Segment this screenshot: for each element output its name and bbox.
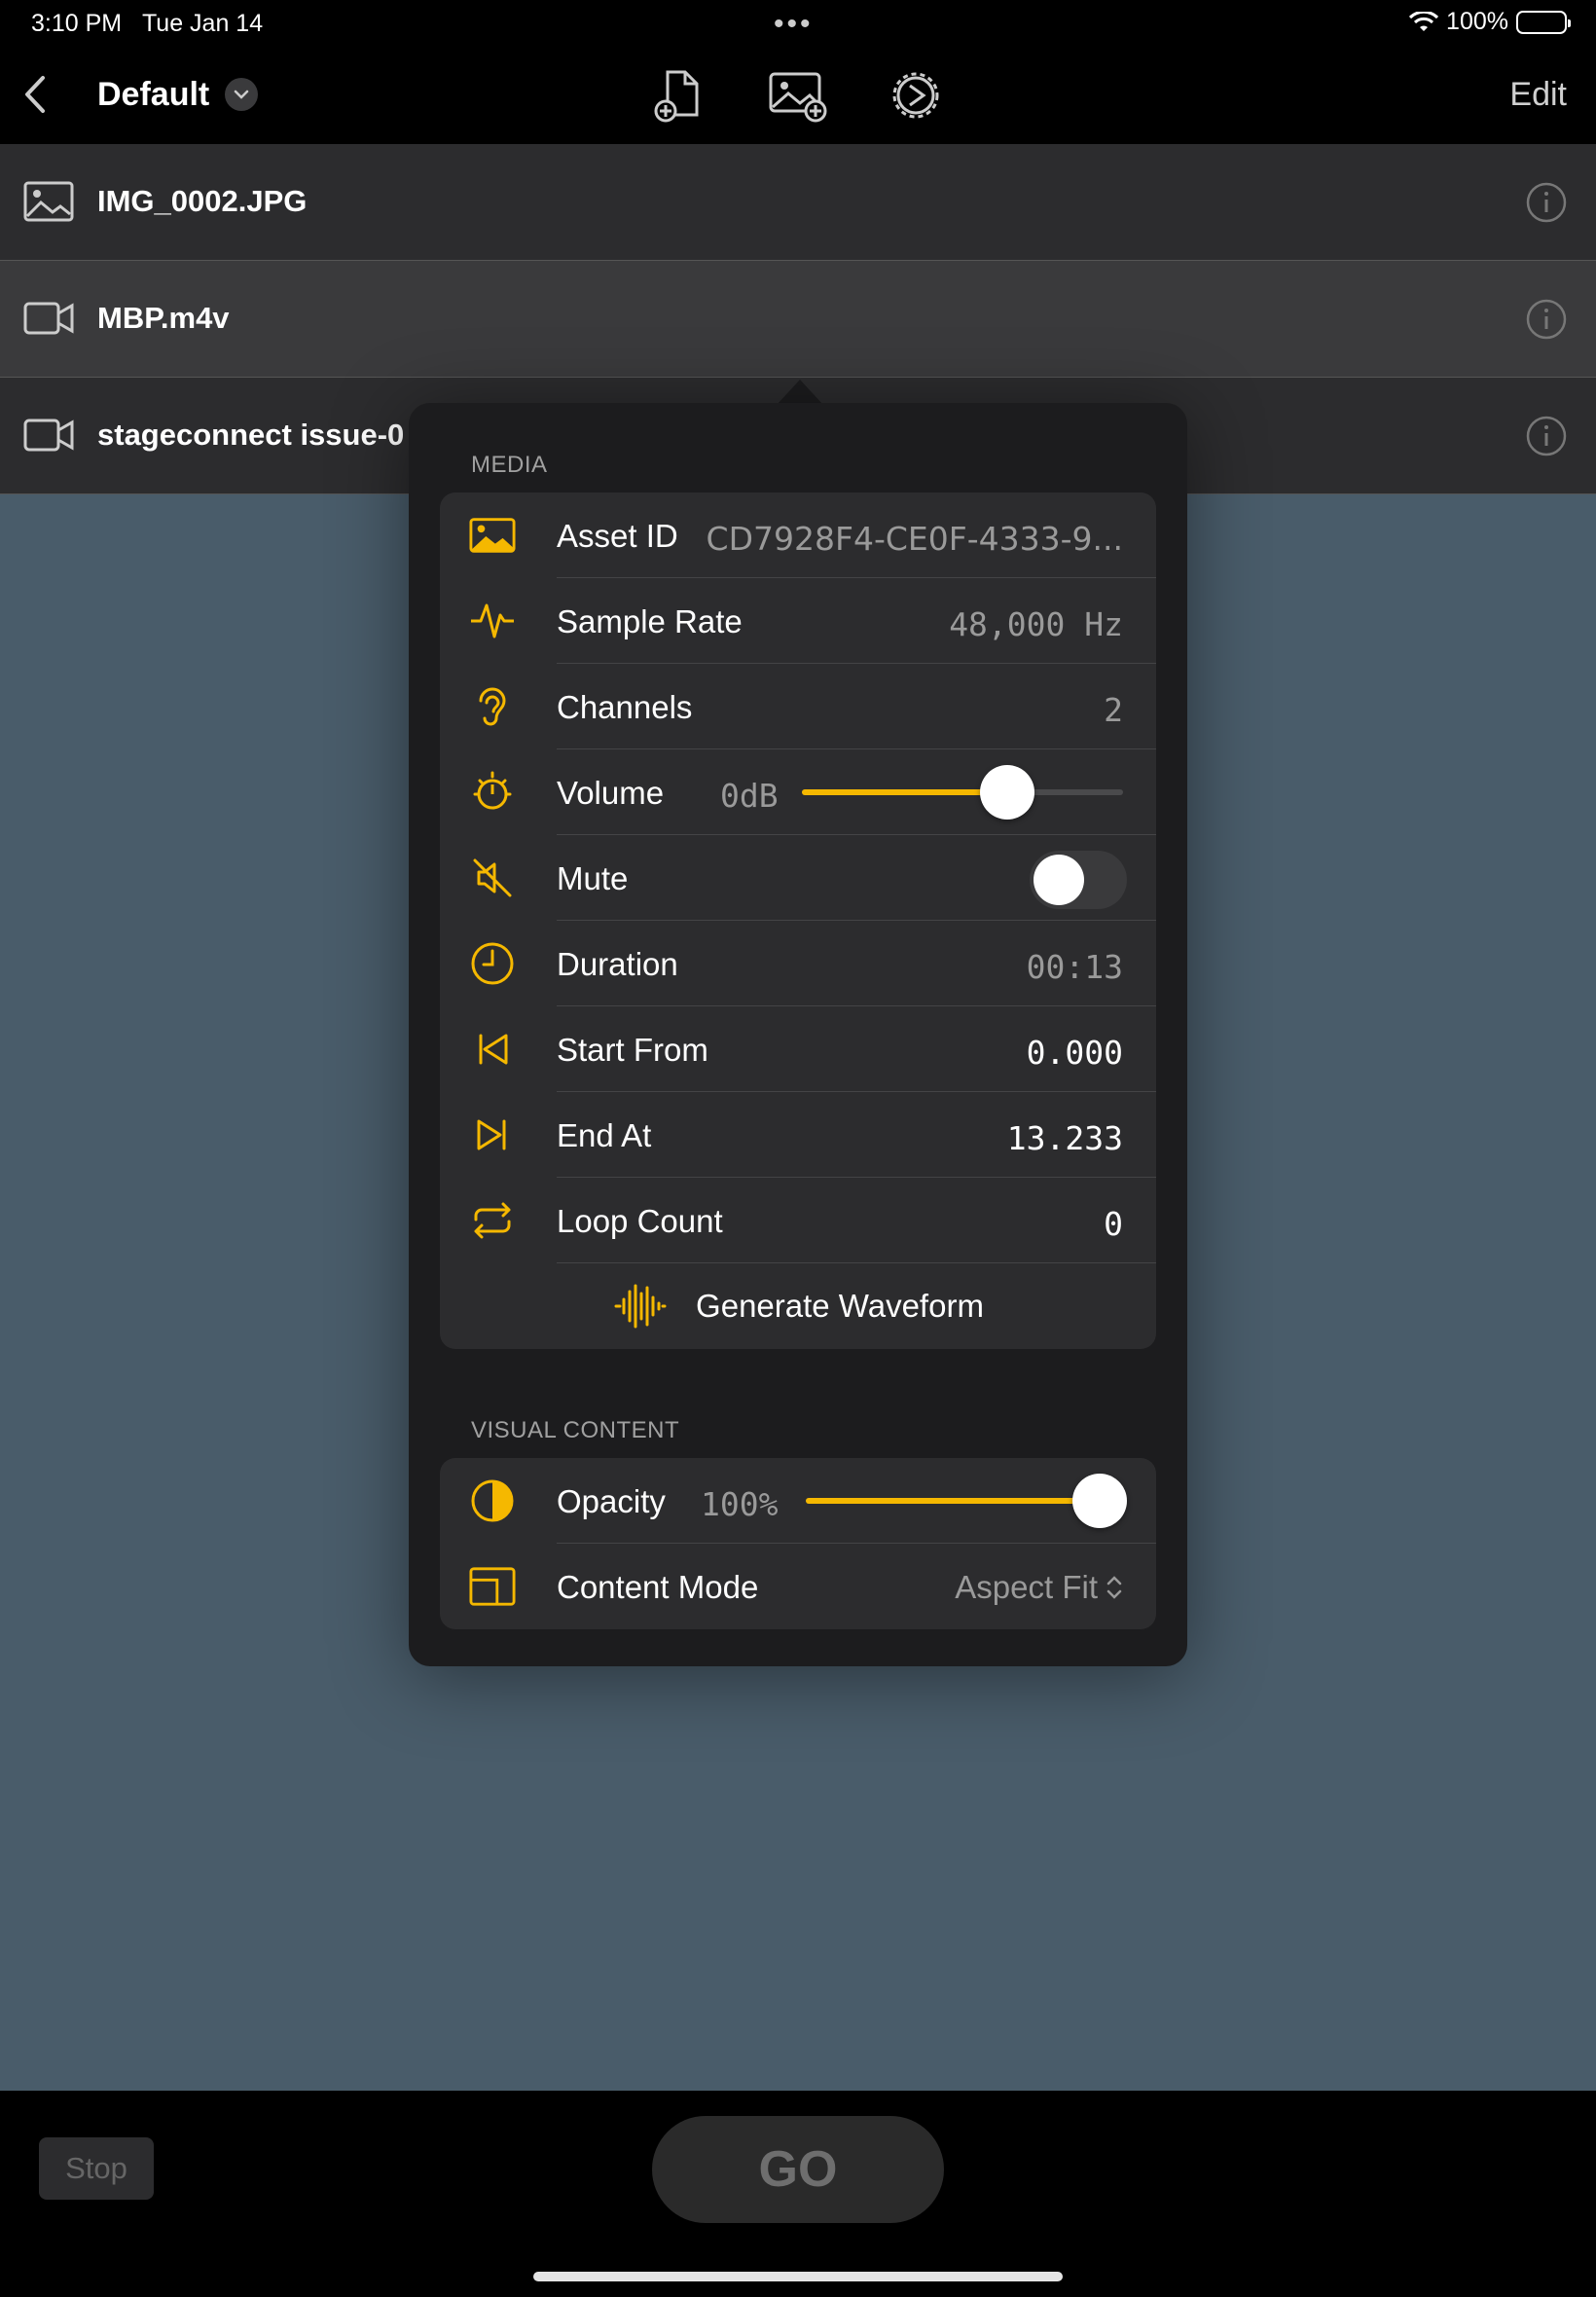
start-from-value[interactable]: 0.000 bbox=[1027, 1034, 1123, 1072]
mute-toggle[interactable] bbox=[1030, 851, 1127, 909]
photo-icon bbox=[23, 181, 74, 222]
status-right: 100% bbox=[1409, 8, 1571, 36]
document-add-icon[interactable] bbox=[652, 68, 707, 123]
popover-arrow bbox=[777, 380, 823, 405]
volume-slider-fill bbox=[802, 789, 1008, 795]
start-icon bbox=[469, 1026, 516, 1073]
duration-value: 00:13 bbox=[1026, 948, 1123, 986]
loop-count-row[interactable]: Loop Count 0 bbox=[440, 1178, 1156, 1263]
opacity-row: Opacity 100% bbox=[440, 1458, 1156, 1544]
end-at-row[interactable]: End At 13.233 bbox=[440, 1092, 1156, 1178]
video-icon bbox=[23, 419, 74, 452]
end-icon bbox=[469, 1112, 516, 1158]
file-name: IMG_0002.JPG bbox=[97, 184, 308, 218]
status-bar: 3:10 PM Tue Jan 14 ••• 100% bbox=[0, 0, 1596, 49]
edit-button[interactable]: Edit bbox=[1509, 76, 1567, 114]
chevron-left-icon[interactable] bbox=[21, 72, 51, 117]
go-button[interactable]: GO bbox=[652, 2116, 944, 2223]
chevron-up-down-icon bbox=[1106, 1576, 1122, 1599]
info-icon[interactable] bbox=[1526, 416, 1567, 456]
asset-id-value: CD7928F4-CE0F-4333-9... bbox=[706, 520, 1123, 558]
multitasking-dots[interactable]: ••• bbox=[774, 8, 814, 41]
duration-label: Duration bbox=[557, 946, 678, 982]
video-icon bbox=[23, 302, 74, 335]
opacity-slider[interactable] bbox=[806, 1474, 1127, 1528]
timer-icon bbox=[469, 769, 516, 816]
visual-settings-group: Opacity 100% Content Mode Aspect Fit bbox=[440, 1458, 1156, 1629]
wifi-icon bbox=[1409, 11, 1439, 31]
content-mode-icon bbox=[469, 1563, 516, 1610]
asset-id-label: Asset ID bbox=[557, 518, 678, 554]
media-settings-group: Asset ID CD7928F4-CE0F-4333-9... Sample … bbox=[440, 492, 1156, 1349]
clock-icon bbox=[469, 940, 516, 987]
opacity-value: 100% bbox=[701, 1485, 779, 1523]
channels-label: Channels bbox=[557, 689, 693, 725]
asset-id-row: Asset ID CD7928F4-CE0F-4333-9... bbox=[440, 492, 1156, 578]
start-from-label: Start From bbox=[557, 1032, 708, 1068]
sample-rate-row: Sample Rate 48,000 Hz bbox=[440, 578, 1156, 664]
file-name: MBP.m4v bbox=[97, 301, 230, 335]
generate-waveform-button[interactable]: Generate Waveform bbox=[440, 1263, 1156, 1349]
content-mode-select[interactable]: Aspect Fit bbox=[955, 1569, 1123, 1606]
channels-value: 2 bbox=[1104, 691, 1123, 729]
image-add-icon[interactable] bbox=[767, 68, 829, 123]
page-title[interactable]: Default bbox=[97, 76, 209, 114]
mute-icon bbox=[469, 855, 516, 901]
opacity-slider-fill bbox=[806, 1498, 1100, 1504]
volume-slider-knob[interactable] bbox=[980, 765, 1035, 820]
settings-gear-icon[interactable] bbox=[889, 68, 943, 123]
volume-value: 0dB bbox=[720, 777, 779, 815]
opacity-icon bbox=[469, 1477, 516, 1524]
opacity-slider-knob[interactable] bbox=[1072, 1474, 1127, 1528]
content-mode-value: Aspect Fit bbox=[955, 1569, 1098, 1605]
navigation-bar: Default Edit bbox=[0, 49, 1596, 144]
duration-row: Duration 00:13 bbox=[440, 921, 1156, 1006]
volume-slider[interactable] bbox=[802, 765, 1123, 820]
battery-percent: 100% bbox=[1446, 8, 1508, 35]
section-header-visual: VISUAL CONTENT bbox=[471, 1417, 680, 1443]
media-info-popover: MEDIA Asset ID CD7928F4-CE0F-4333-9... S… bbox=[409, 403, 1187, 1666]
file-name: stageconnect issue-0 bbox=[97, 418, 405, 452]
loop-icon bbox=[469, 1197, 516, 1244]
info-icon[interactable] bbox=[1526, 299, 1567, 340]
section-header-media: MEDIA bbox=[471, 452, 548, 478]
volume-label: Volume bbox=[557, 775, 665, 811]
content-mode-label: Content Mode bbox=[557, 1569, 759, 1605]
generate-waveform-label: Generate Waveform bbox=[696, 1288, 984, 1324]
waveform-icon bbox=[469, 598, 516, 644]
chevron-down-icon[interactable] bbox=[225, 78, 258, 111]
end-at-label: End At bbox=[557, 1117, 652, 1153]
channels-row: Channels 2 bbox=[440, 664, 1156, 749]
waveform-icon bbox=[614, 1284, 667, 1329]
list-item[interactable]: MBP.m4v bbox=[0, 261, 1596, 378]
loop-count-label: Loop Count bbox=[557, 1203, 723, 1239]
volume-row: Volume 0dB bbox=[440, 749, 1156, 835]
info-icon[interactable] bbox=[1526, 182, 1567, 223]
list-item[interactable]: IMG_0002.JPG bbox=[0, 144, 1596, 261]
mute-row: Mute bbox=[440, 835, 1156, 921]
sample-rate-label: Sample Rate bbox=[557, 603, 743, 639]
mute-label: Mute bbox=[557, 860, 629, 896]
image-icon bbox=[469, 512, 516, 559]
sample-rate-value: 48,000 Hz bbox=[949, 605, 1123, 643]
start-from-row[interactable]: Start From 0.000 bbox=[440, 1006, 1156, 1092]
opacity-label: Opacity bbox=[557, 1483, 666, 1519]
status-time: 3:10 PM Tue Jan 14 bbox=[31, 10, 264, 37]
home-indicator[interactable] bbox=[533, 2272, 1063, 2281]
loop-count-value[interactable]: 0 bbox=[1104, 1205, 1123, 1243]
content-mode-row[interactable]: Content Mode Aspect Fit bbox=[440, 1544, 1156, 1629]
battery-icon bbox=[1516, 10, 1571, 34]
ear-icon bbox=[469, 683, 516, 730]
transport-bar: Stop GO bbox=[0, 2091, 1596, 2297]
end-at-value[interactable]: 13.233 bbox=[1007, 1119, 1123, 1157]
stop-button[interactable]: Stop bbox=[39, 2137, 154, 2200]
